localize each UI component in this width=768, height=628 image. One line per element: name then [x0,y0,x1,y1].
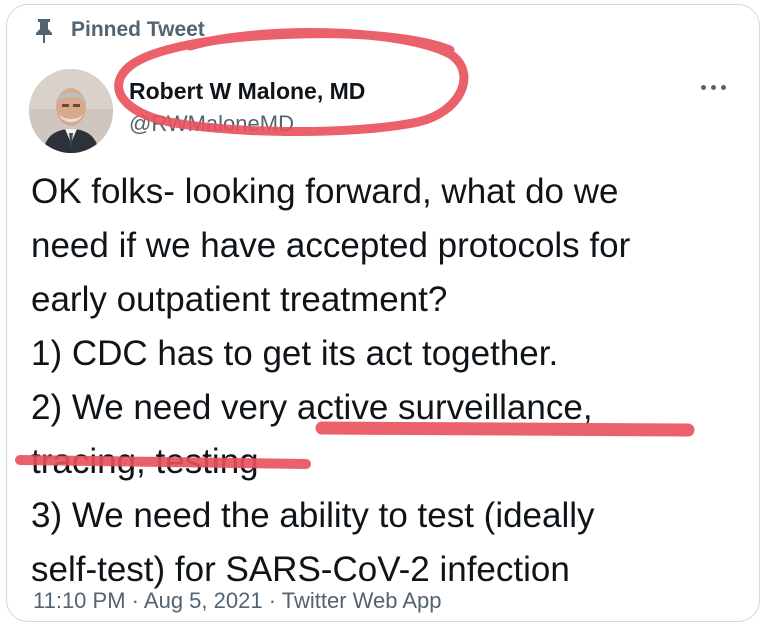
meta-separator: · [131,588,139,613]
tweet-text: OK folks- looking forward, what do we ne… [31,165,751,597]
pinned-tweet-header: Pinned Tweet [35,17,205,43]
tweet-line: OK folks- looking forward, what do we [31,172,619,211]
tweet-line: 1) CDC has to get its act together. [31,334,559,373]
tweet-line: need if we have accepted protocols for [31,226,631,265]
tweet-line: tracing, testing [31,442,259,481]
more-dots-icon [700,84,706,90]
more-dots-icon [720,84,726,90]
tweet-line: 3) We need the ability to test (ideally [31,496,595,535]
tweet-date[interactable]: Aug 5, 2021 [144,588,263,613]
more-dots-icon [710,84,716,90]
avatar-image [29,69,113,153]
author-handle[interactable]: @RWMaloneMD [129,109,365,139]
tweet-source[interactable]: Twitter Web App [282,588,442,613]
tweet-time[interactable]: 11:10 PM [33,588,126,613]
tweet-line: early outpatient treatment? [31,280,448,319]
tweet-line: 2) We need very active surveillance, [31,388,593,427]
pin-icon [36,19,52,43]
meta-separator: · [268,588,277,613]
tweet-meta: 11:10 PM · Aug 5, 2021 · Twitter Web App [33,588,442,614]
avatar[interactable] [29,69,113,153]
pinned-label: Pinned Tweet [71,18,205,41]
more-options-button[interactable] [693,75,733,99]
tweet-card: Pinned Tweet Robert W Malone, MD @RWMalo… [6,4,760,622]
author-display-name[interactable]: Robert W Malone, MD [129,77,365,105]
author-info: Robert W Malone, MD @RWMaloneMD [129,77,365,139]
